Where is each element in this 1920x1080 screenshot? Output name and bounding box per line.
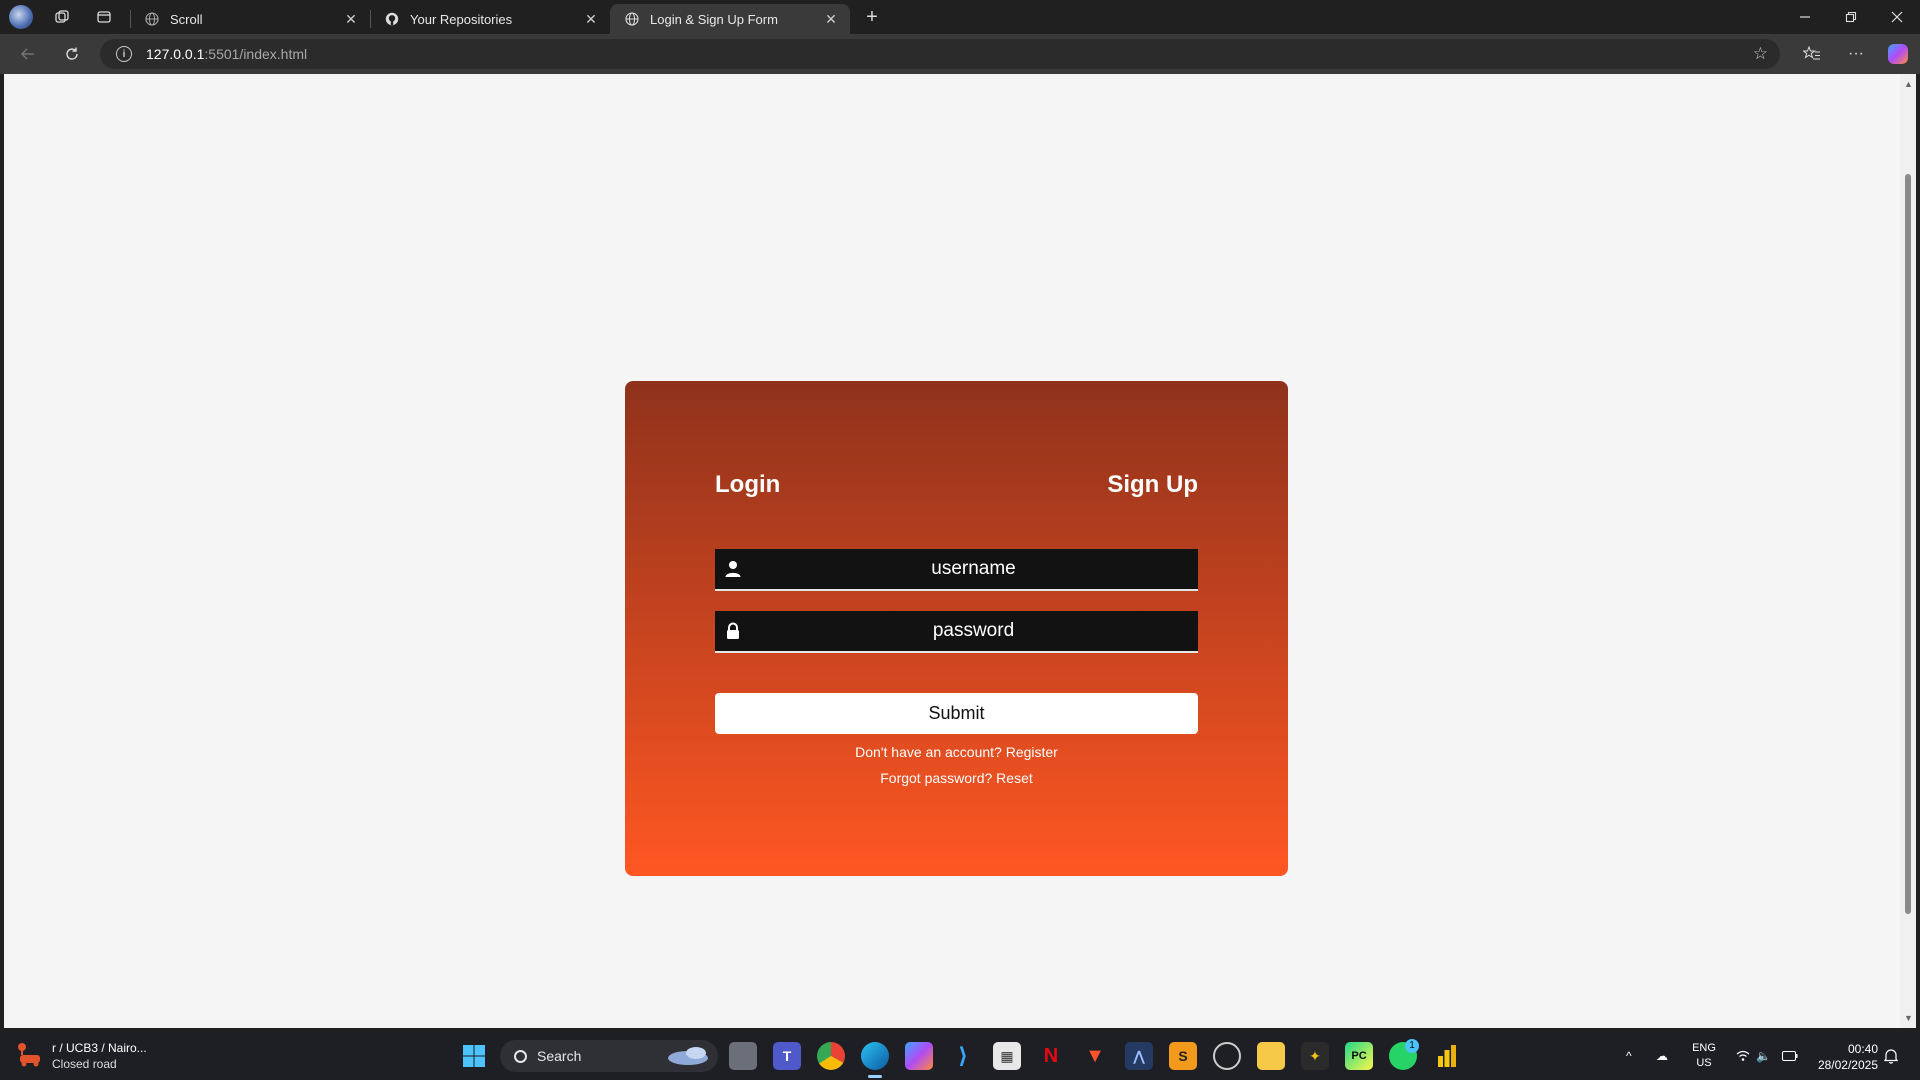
language-indicator[interactable]: ENG US [1690,1041,1718,1071]
login-signup-card: Login Sign Up Submit Don't have an accou… [625,381,1288,876]
store-icon[interactable]: ▦ [993,1042,1021,1070]
url-host: 127.0.0.1 [146,46,205,62]
netflix-icon[interactable]: N [1037,1042,1065,1070]
back-arrow-icon[interactable] [16,42,40,66]
tab-title: Login & Sign Up Form [650,11,778,27]
username-field [715,549,1198,591]
close-tab-icon[interactable]: ✕ [822,10,840,28]
tab-login-signup-form[interactable]: Login & Sign Up Form ✕ [610,4,850,34]
search-highlight-image [668,1047,708,1065]
weather-title: r / UCB3 / Nairo... [52,1041,147,1055]
address-bar[interactable]: i 127.0.0.1:5501/index.html ☆ [100,39,1780,69]
language-bottom: US [1696,1057,1712,1069]
tab-title: Your Repositories [410,11,513,27]
username-input[interactable] [715,549,1198,589]
lock-icon [727,622,739,639]
browser-toolbar: i 127.0.0.1:5501/index.html ☆ ··· [0,34,1920,74]
clock-time: 00:40 [1847,1042,1878,1056]
power-bi-icon[interactable] [1433,1042,1461,1070]
browser-tab-bar: Scroll ✕ Your Repositories ✕ Login & Sig… [0,0,1920,34]
volume-icon[interactable]: 🔈 [1756,1032,1771,1080]
tools-app-icon[interactable]: ✦ [1301,1042,1329,1070]
edge-icon[interactable] [861,1042,889,1070]
chrome-icon[interactable] [817,1042,845,1070]
vscode-icon[interactable]: ⟩ [949,1042,977,1070]
scroll-down-arrow-icon[interactable]: ▼ [1904,1014,1913,1023]
password-field [715,611,1198,653]
obs-icon[interactable] [1213,1042,1241,1070]
file-explorer-icon[interactable] [1257,1042,1285,1070]
tab-scroll[interactable]: Scroll ✕ [130,4,370,34]
github-icon [384,11,400,27]
traffic-alert-icon [14,1041,44,1071]
tab-your-repositories[interactable]: Your Repositories ✕ [370,4,610,34]
password-input[interactable] [715,611,1198,651]
close-window-icon[interactable] [1874,0,1920,34]
login-tab[interactable]: Login [715,471,780,499]
windows-taskbar: r / UCB3 / Nairo... Closed road Search T… [0,1032,1920,1080]
globe-icon [144,11,160,27]
submit-button[interactable]: Submit [715,693,1198,734]
show-hidden-icons-chevron-icon[interactable]: ^ [1626,1032,1632,1080]
tab-actions-icon[interactable] [92,5,116,29]
taskbar-search[interactable]: Search [500,1040,718,1072]
favorite-star-icon[interactable]: ☆ [1753,44,1768,64]
search-icon [514,1049,527,1063]
whatsapp-badge: 1 [1405,1039,1419,1053]
reset-password-link[interactable]: Forgot password? Reset [715,770,1198,786]
onedrive-icon[interactable]: ☁ [1656,1032,1668,1080]
register-link[interactable]: Don't have an account? Register [715,744,1198,760]
battery-icon[interactable] [1782,1032,1798,1080]
system-monitor-icon[interactable]: ⋀ [1125,1042,1153,1070]
brave-icon[interactable]: ▼ [1081,1042,1109,1070]
tab-title: Scroll [170,11,203,27]
refresh-icon[interactable] [60,42,84,66]
favorites-icon[interactable] [1800,42,1824,66]
minimize-icon[interactable] [1782,0,1828,34]
language-top: ENG [1692,1042,1716,1054]
close-tab-icon[interactable]: ✕ [342,10,360,28]
page-scrollbar[interactable]: ▲ ▼ [1900,74,1916,1028]
pycharm-icon[interactable]: PC [1345,1042,1373,1070]
search-label: Search [537,1048,582,1064]
taskbar-clock[interactable]: 00:40 28/02/2025 [1806,1041,1878,1073]
globe-icon [624,11,640,27]
edge-active-indicator [868,1075,882,1078]
teams-icon[interactable]: T [773,1042,801,1070]
url-path: :5501/index.html [204,46,308,62]
weather-subtitle: Closed road [52,1057,117,1071]
scroll-thumb[interactable] [1905,174,1911,914]
scroll-up-arrow-icon[interactable]: ▲ [1904,80,1913,89]
restore-icon[interactable] [1828,0,1874,34]
new-tab-plus-icon[interactable]: + [860,5,884,29]
windows-start-icon[interactable] [460,1042,488,1070]
sublime-text-icon[interactable]: S [1169,1042,1197,1070]
signup-tab[interactable]: Sign Up [1107,471,1198,499]
task-view-icon[interactable] [729,1042,757,1070]
page-viewport: Login Sign Up Submit Don't have an accou… [4,74,1900,1028]
notification-bell-icon[interactable] [1884,1032,1898,1080]
workspaces-icon[interactable] [50,5,74,29]
clock-date: 28/02/2025 [1817,1058,1878,1072]
user-icon [725,561,741,577]
copilot-icon[interactable] [1886,42,1910,66]
copilot-app-icon[interactable] [905,1042,933,1070]
close-tab-icon[interactable]: ✕ [582,10,600,28]
profile-avatar[interactable] [9,5,33,29]
site-info-icon[interactable]: i [116,46,132,62]
more-menu-icon[interactable]: ··· [1844,42,1868,66]
weather-widget[interactable]: r / UCB3 / Nairo... Closed road [14,1040,147,1072]
wifi-icon[interactable] [1736,1032,1750,1080]
